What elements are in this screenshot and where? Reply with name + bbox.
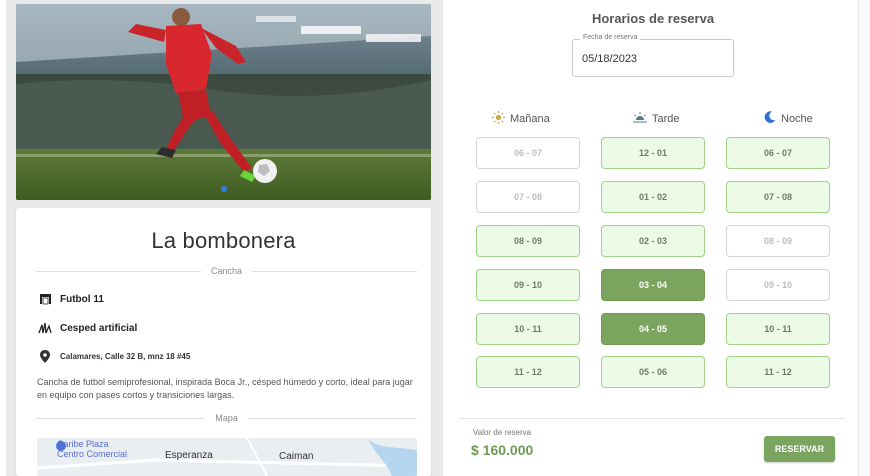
price-value: $ 160.000 — [471, 442, 534, 458]
section-divider-cancha: Cancha — [36, 266, 417, 276]
time-slot[interactable]: 10 - 11 — [476, 313, 580, 345]
soccer-player-stadium-photo — [16, 4, 431, 200]
column-label: Mañana — [510, 113, 550, 125]
app-root: La bombonera Cancha Futbol 11 Cesped art… — [0, 0, 870, 476]
time-slot[interactable]: 12 - 01 — [601, 137, 705, 169]
map-place: Esperanza — [165, 450, 213, 461]
feature-text: Futbol 11 — [60, 293, 104, 305]
time-slot[interactable]: 08 - 09 — [476, 225, 580, 257]
divider-line — [36, 417, 206, 419]
venue-column: La bombonera Cancha Futbol 11 Cesped art… — [6, 0, 443, 476]
time-slot[interactable]: 06 - 07 — [476, 137, 580, 169]
venue-name: La bombonera — [151, 228, 296, 253]
time-slot[interactable]: 11 - 12 — [726, 356, 830, 388]
address-text: Calamares, Calle 32 B, mnz 18 #45 — [60, 351, 191, 361]
feature-sport: Futbol 11 — [38, 292, 104, 306]
time-slot[interactable]: 05 - 06 — [601, 356, 705, 388]
column-label: Noche — [781, 112, 813, 125]
price-label: Valor de reserva — [473, 428, 532, 437]
feature-text: Cesped artificial — [60, 322, 138, 334]
date-field-label: Fecha de reserva — [580, 34, 641, 41]
window-edge — [858, 0, 870, 476]
venue-description: Cancha de futbol semiprofesional, inspir… — [37, 377, 413, 400]
time-slot[interactable]: 03 - 04 — [601, 269, 705, 301]
reserve-button[interactable]: RESERVAR — [764, 436, 835, 462]
time-slot[interactable]: 09 - 10 — [726, 269, 830, 301]
section-label: Cancha — [210, 266, 243, 276]
map-poi: Caribe Plaza Centro Comercial — [57, 439, 128, 459]
date-field-value[interactable]: 05/18/2023 — [582, 53, 637, 65]
booking-panel: Horarios de reserva Fecha de reserva 05/… — [448, 0, 858, 476]
time-slot[interactable]: 02 - 03 — [601, 225, 705, 257]
sun-icon — [492, 111, 505, 127]
time-slot[interactable]: 11 - 12 — [476, 356, 580, 388]
time-slot[interactable]: 06 - 07 — [726, 137, 830, 169]
venue-info-card: La bombonera Cancha Futbol 11 Cesped art… — [16, 208, 431, 476]
divider-line — [36, 270, 201, 272]
sunset-icon — [633, 111, 647, 126]
section-label: Mapa — [215, 413, 238, 423]
carousel-indicators — [16, 186, 431, 192]
grass-icon — [38, 321, 52, 335]
map-place: Caiman — [279, 451, 314, 462]
feature-address: Calamares, Calle 32 B, mnz 18 #45 — [38, 349, 190, 363]
time-slot[interactable]: 04 - 05 — [601, 313, 705, 345]
time-slot[interactable]: 07 - 08 — [726, 181, 830, 213]
location-pin-icon — [38, 349, 52, 363]
goal-icon — [38, 292, 52, 306]
divider-line — [252, 270, 417, 272]
column-header-tarde: Tarde — [633, 111, 680, 126]
time-slot[interactable]: 07 - 08 — [476, 181, 580, 213]
time-slot[interactable]: 01 - 02 — [601, 181, 705, 213]
location-map[interactable]: Caribe Plaza Centro Comercial Esperanza C… — [37, 438, 417, 476]
booking-title: Horarios de reserva — [591, 11, 715, 26]
column-header-noche: Noche — [764, 111, 813, 126]
moon-icon — [764, 111, 776, 126]
time-slot[interactable]: 08 - 09 — [726, 225, 830, 257]
section-divider-mapa: Mapa — [36, 413, 418, 423]
column-header-manana: Mañana — [492, 111, 550, 127]
time-slot[interactable]: 10 - 11 — [726, 313, 830, 345]
date-field[interactable]: Fecha de reserva 05/18/2023 — [572, 34, 734, 77]
venue-photo-carousel[interactable] — [16, 4, 431, 200]
carousel-dot[interactable] — [220, 186, 227, 192]
divider-line — [247, 417, 418, 419]
column-label: Tarde — [652, 112, 680, 125]
time-slot[interactable]: 09 - 10 — [476, 269, 580, 301]
feature-surface: Cesped artificial — [38, 321, 137, 335]
footer-divider — [460, 418, 844, 419]
